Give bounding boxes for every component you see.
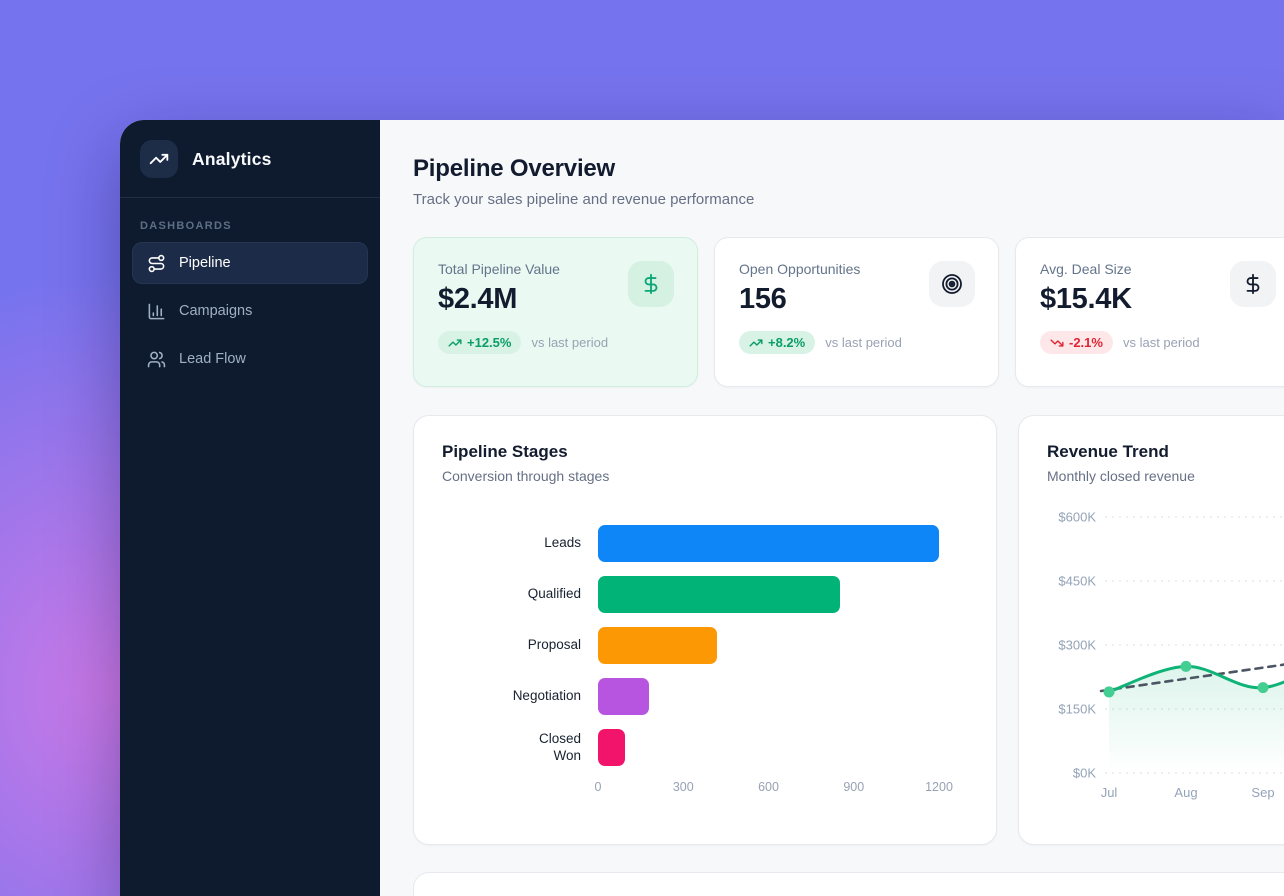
kpi-footer: -2.1% vs last period — [1040, 331, 1275, 354]
bar-proposal[interactable] — [598, 627, 717, 664]
x-axis-tick: 300 — [673, 780, 694, 794]
pipeline-stages-card: Pipeline Stages Conversion through stage… — [413, 415, 997, 845]
compare-label: vs last period — [825, 335, 902, 350]
bar-row: Leads — [442, 525, 968, 562]
target-icon — [929, 261, 975, 307]
analytics-logo-icon — [140, 140, 178, 178]
revenue-line-chart: $600K $450K $300K $150K $0K Jul Aug Sep — [1047, 501, 1284, 811]
chart-subtitle: Monthly closed revenue — [1047, 468, 1284, 484]
bar-qualified[interactable] — [598, 576, 840, 613]
bar-category-label: Proposal — [442, 637, 598, 654]
partial-bottom-card — [413, 872, 1284, 896]
data-point-sep[interactable] — [1258, 682, 1269, 693]
delta-value: +8.2% — [768, 335, 805, 350]
charts-row: Pipeline Stages Conversion through stage… — [413, 415, 1284, 845]
compare-label: vs last period — [531, 335, 608, 350]
x-axis-tick: 900 — [843, 780, 864, 794]
x-axis-tick: 1200 — [925, 780, 953, 794]
sidebar-item-label: Pipeline — [179, 255, 231, 271]
bar-category-label: Negotiation — [442, 688, 598, 705]
dollar-icon — [1230, 261, 1276, 307]
x-axis-tick: 600 — [758, 780, 779, 794]
delta-value: +12.5% — [467, 335, 511, 350]
bar-row: Qualified — [442, 576, 968, 613]
bar-track — [598, 525, 939, 562]
bar-track — [598, 627, 939, 664]
data-point-aug[interactable] — [1181, 661, 1192, 672]
bar-chart-icon — [146, 301, 166, 321]
bar-rows: Leads Qualified Proposal Negotiation Closed … — [442, 525, 968, 766]
delta-badge: +8.2% — [739, 331, 815, 354]
sidebar-section-label: DASHBOARDS — [140, 220, 360, 232]
x-axis-label: Jul — [1101, 785, 1118, 800]
trending-up-icon — [448, 336, 462, 350]
users-icon — [146, 349, 166, 369]
bar-category-label: Qualified — [442, 586, 598, 603]
app-logo-row: Analytics — [120, 120, 380, 198]
bar-negotiation[interactable] — [598, 678, 649, 715]
sidebar: Analytics DASHBOARDS Pipeline Campaigns — [120, 120, 380, 896]
bar-row: Negotiation — [442, 678, 968, 715]
x-axis-label: Aug — [1174, 785, 1197, 800]
chart-title: Pipeline Stages — [442, 442, 968, 462]
bar-closed-won[interactable] — [598, 729, 625, 766]
page-title: Pipeline Overview — [413, 155, 1284, 183]
delta-badge: -2.1% — [1040, 331, 1113, 354]
kpi-card-open-opportunities: Open Opportunities 156 +8.2% vs last per… — [714, 237, 999, 387]
main-content: Pipeline Overview Track your sales pipel… — [380, 120, 1284, 896]
x-axis-tick: 0 — [595, 780, 602, 794]
route-icon — [146, 253, 166, 273]
chart-title: Revenue Trend — [1047, 442, 1284, 462]
revenue-trend-card: Revenue Trend Monthly closed revenue $60… — [1018, 415, 1284, 845]
y-axis-tick: $150K — [1058, 702, 1096, 717]
compare-label: vs last period — [1123, 335, 1200, 350]
data-point-jul[interactable] — [1104, 686, 1115, 697]
page-subtitle: Track your sales pipeline and revenue pe… — [413, 191, 1284, 208]
sidebar-nav: Pipeline Campaigns Lead Flow — [120, 242, 380, 386]
bar-track — [598, 729, 939, 766]
bar-category-label: Closed Won — [442, 731, 598, 765]
sidebar-item-pipeline[interactable]: Pipeline — [132, 242, 368, 284]
bar-category-label: Leads — [442, 535, 598, 552]
y-axis-tick: $600K — [1058, 510, 1096, 525]
sidebar-item-lead-flow[interactable]: Lead Flow — [132, 338, 368, 380]
trending-up-icon — [749, 336, 763, 350]
revenue-area — [1109, 653, 1284, 773]
app-title: Analytics — [192, 149, 272, 170]
trending-down-icon — [1050, 336, 1064, 350]
x-axis-label: Sep — [1251, 785, 1274, 800]
pipeline-stages-bar-chart: Leads Qualified Proposal Negotiation Closed … — [442, 525, 968, 796]
bar-track — [598, 576, 939, 613]
dollar-icon — [628, 261, 674, 307]
kpi-footer: +12.5% vs last period — [438, 331, 673, 354]
sidebar-item-label: Lead Flow — [179, 351, 246, 367]
bar-row: Proposal — [442, 627, 968, 664]
kpi-card-total-pipeline-value: Total Pipeline Value $2.4M +12.5% vs las… — [413, 237, 698, 387]
y-axis-tick: $0K — [1073, 766, 1096, 781]
delta-value: -2.1% — [1069, 335, 1103, 350]
kpi-row: Total Pipeline Value $2.4M +12.5% vs las… — [413, 237, 1284, 387]
bar-row: Closed Won — [442, 729, 968, 766]
y-axis-tick: $300K — [1058, 638, 1096, 653]
revenue-line-svg: $600K $450K $300K $150K $0K Jul Aug Sep — [1047, 501, 1284, 806]
kpi-footer: +8.2% vs last period — [739, 331, 974, 354]
x-axis-ticks: 03006009001200 — [598, 780, 939, 796]
bar-leads[interactable] — [598, 525, 939, 562]
kpi-card-avg-deal-size: Avg. Deal Size $15.4K -2.1% vs last peri… — [1015, 237, 1284, 387]
delta-badge: +12.5% — [438, 331, 521, 354]
app-window: Analytics DASHBOARDS Pipeline Campaigns — [120, 120, 1284, 896]
chart-subtitle: Conversion through stages — [442, 468, 968, 484]
sidebar-item-campaigns[interactable]: Campaigns — [132, 290, 368, 332]
bar-track — [598, 678, 939, 715]
y-axis-tick: $450K — [1058, 574, 1096, 589]
sidebar-item-label: Campaigns — [179, 303, 252, 319]
